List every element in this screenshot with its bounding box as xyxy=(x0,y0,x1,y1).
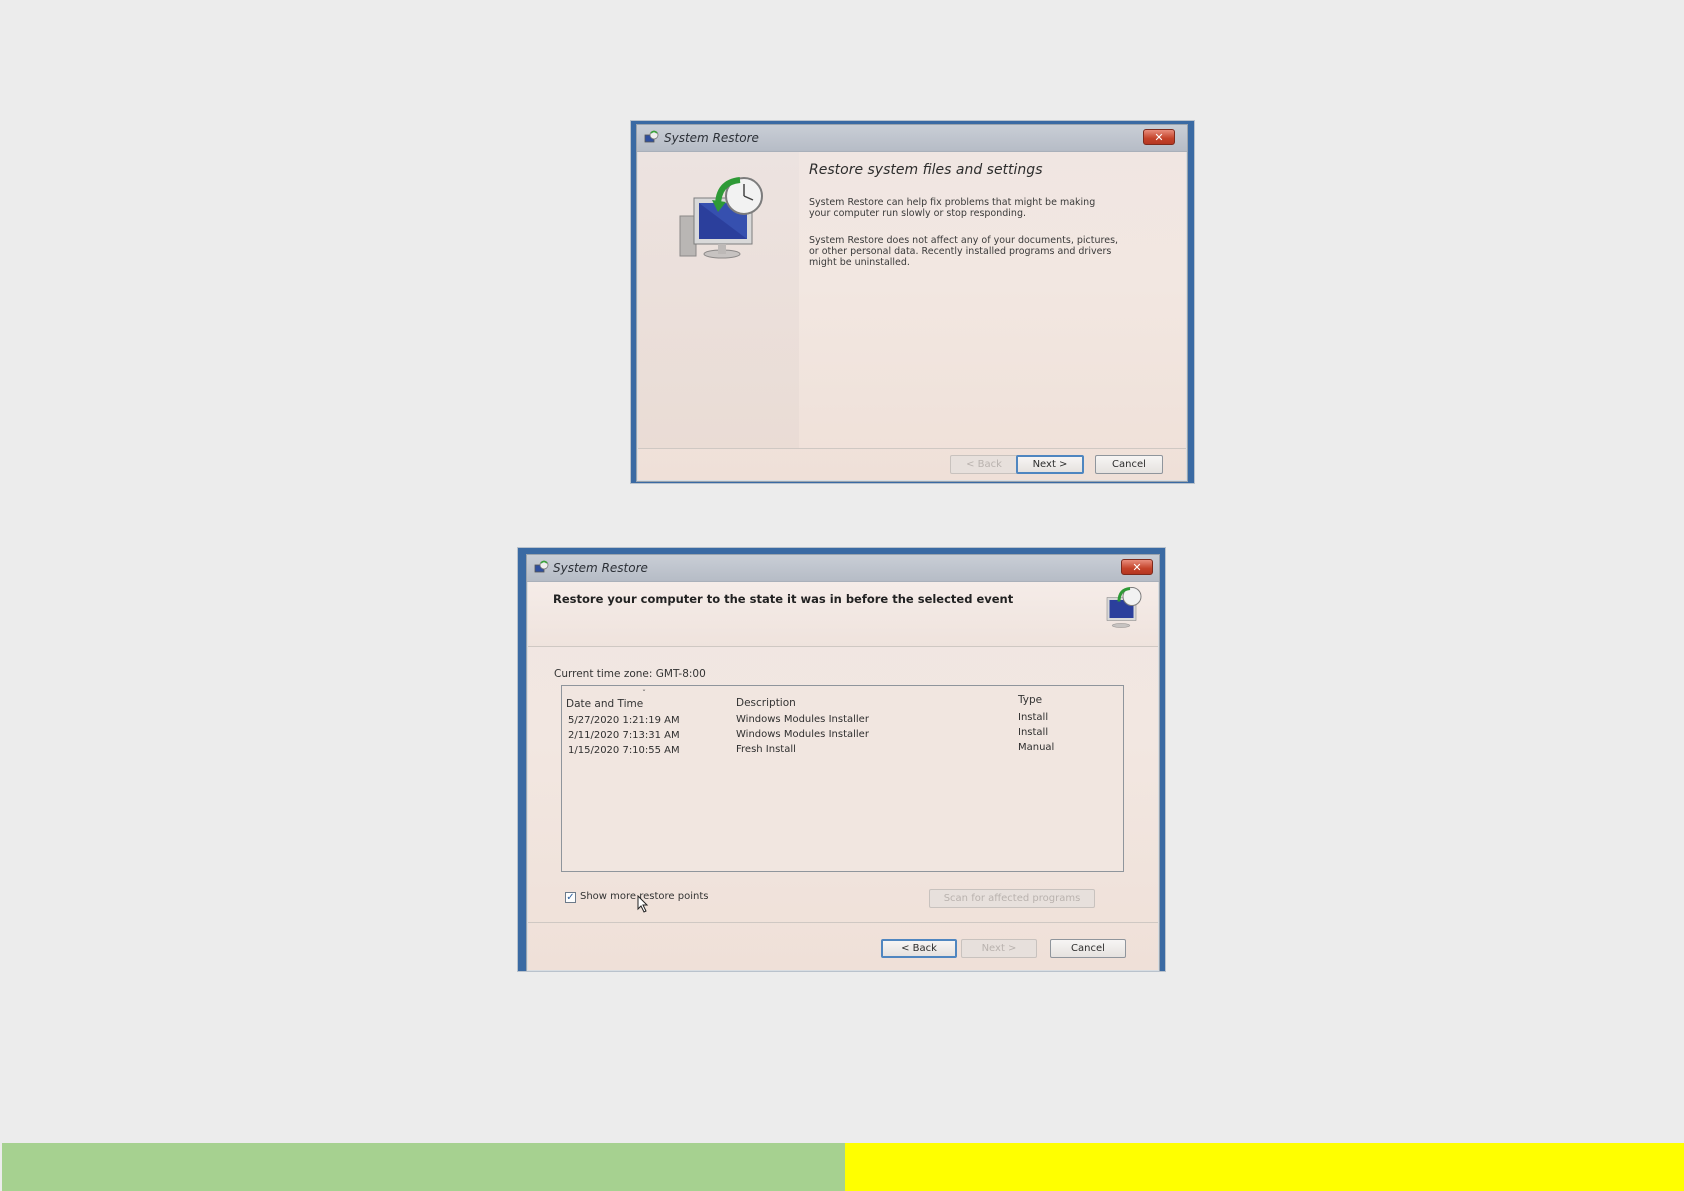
screenshot-photo-1: System Restore ✕ Restore system files an… xyxy=(631,121,1194,483)
close-icon: ✕ xyxy=(1154,131,1164,144)
table-row[interactable]: 1/15/2020 7:10:55 AM Fresh Install Manua… xyxy=(562,742,1123,758)
cancel-button[interactable]: Cancel xyxy=(1095,455,1163,474)
system-restore-app-icon xyxy=(644,130,659,143)
restore-points-list[interactable]: Date and Time ˇ Description Type 5/27/20… xyxy=(561,685,1124,872)
footer-green-bar xyxy=(2,1143,845,1191)
row-description: Windows Modules Installer xyxy=(736,729,869,740)
system-restore-icon xyxy=(679,177,763,259)
row-date: 5/27/2020 1:21:19 AM xyxy=(568,715,680,726)
row-type: Install xyxy=(1018,727,1049,738)
system-restore-dialog-1: System Restore ✕ Restore system files an… xyxy=(636,124,1188,482)
footer-yellow-bar xyxy=(845,1143,1684,1191)
back-button[interactable]: < Back xyxy=(881,939,957,958)
row-type: Manual xyxy=(1018,742,1055,753)
title-bar[interactable]: System Restore ✕ xyxy=(637,125,1187,152)
system-restore-icon xyxy=(1106,587,1142,628)
screenshot-photo-2: System Restore ✕ Restore your computer t… xyxy=(518,548,1165,971)
show-more-checkbox[interactable]: ✓ xyxy=(565,892,576,903)
table-row[interactable]: 5/27/2020 1:21:19 AM Windows Modules Ins… xyxy=(562,712,1123,728)
system-restore-dialog-2: System Restore ✕ Restore your computer t… xyxy=(526,554,1160,971)
timezone-label: Current time zone: GMT-8:00 xyxy=(554,668,706,680)
mouse-cursor-icon xyxy=(637,895,649,913)
info-paragraph: System Restore does not affect any of yo… xyxy=(809,235,1119,268)
scan-affected-programs-button[interactable]: Scan for affected programs xyxy=(929,889,1095,908)
dialog-header-band: Restore your computer to the state it wa… xyxy=(528,582,1158,646)
system-restore-app-icon xyxy=(534,560,549,573)
sort-arrow-icon: ˇ xyxy=(642,689,646,698)
next-button[interactable]: Next > xyxy=(1016,455,1084,474)
row-description: Fresh Install xyxy=(736,744,796,755)
intro-paragraph: System Restore can help fix problems tha… xyxy=(809,197,1096,219)
footer-separator xyxy=(528,922,1158,923)
table-row[interactable]: 2/11/2020 7:13:31 AM Windows Modules Ins… xyxy=(562,727,1123,743)
row-date: 1/15/2020 7:10:55 AM xyxy=(568,745,680,756)
next-button[interactable]: Next > xyxy=(961,939,1037,958)
column-header-type[interactable]: Type xyxy=(1018,694,1042,706)
close-button[interactable]: ✕ xyxy=(1143,129,1175,145)
side-panel xyxy=(638,152,799,448)
dialog-heading: Restore system files and settings xyxy=(809,162,1043,178)
window-title: System Restore xyxy=(664,131,759,145)
row-date: 2/11/2020 7:13:31 AM xyxy=(568,730,680,741)
row-description: Windows Modules Installer xyxy=(736,714,869,725)
title-bar[interactable]: System Restore ✕ xyxy=(527,555,1159,582)
window-title: System Restore xyxy=(553,561,648,575)
column-header-description[interactable]: Description xyxy=(736,697,796,709)
header-separator xyxy=(528,646,1158,647)
close-icon: ✕ xyxy=(1132,561,1142,574)
dialog-heading: Restore your computer to the state it wa… xyxy=(553,592,1014,606)
cancel-button[interactable]: Cancel xyxy=(1050,939,1126,958)
back-button[interactable]: < Back xyxy=(950,455,1018,474)
row-type: Install xyxy=(1018,712,1049,723)
close-button[interactable]: ✕ xyxy=(1121,559,1153,575)
footer-separator xyxy=(638,448,1186,449)
column-header-date[interactable]: Date and Time xyxy=(566,698,643,710)
